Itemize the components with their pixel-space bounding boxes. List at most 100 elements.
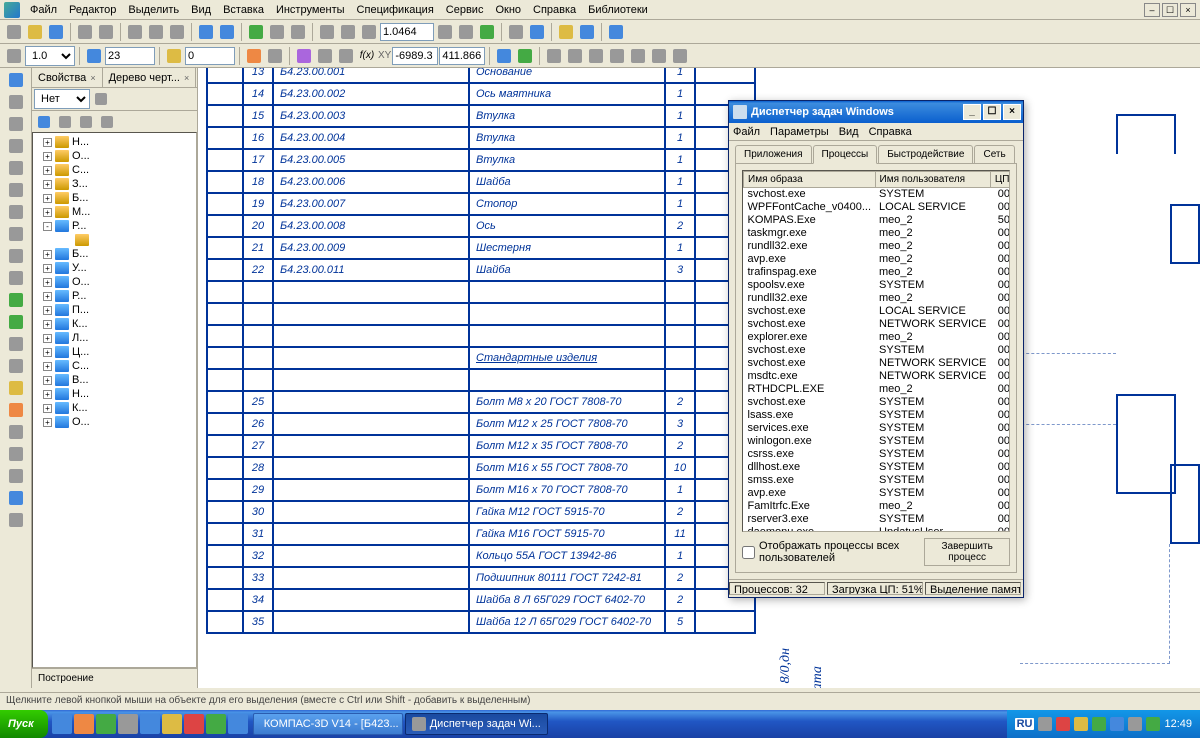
circle-tool[interactable] xyxy=(2,158,30,178)
filter-select[interactable]: Нет xyxy=(34,89,90,109)
menu-сервис[interactable]: Сервис xyxy=(440,2,490,18)
tool-button[interactable] xyxy=(244,46,264,66)
spline-tool[interactable] xyxy=(2,246,30,266)
tray-icon[interactable] xyxy=(1092,717,1106,731)
param-tool[interactable] xyxy=(2,488,30,508)
menu-вставка[interactable]: Вставка xyxy=(217,2,270,18)
task-manager-window[interactable]: Диспетчер задач Windows _ ☐ × ФайлПараме… xyxy=(728,100,1024,598)
geometry-tool[interactable] xyxy=(2,70,30,90)
tree-panel[interactable]: +Н...+О...+С...+З...+Б...+М...-Р...+Б...… xyxy=(32,132,197,668)
menu-редактор[interactable]: Редактор xyxy=(63,2,122,18)
process-row[interactable]: trafinspag.exemeo_20010 824 КБ xyxy=(744,266,1011,279)
dim-button[interactable] xyxy=(565,46,585,66)
close-tab-icon[interactable]: × xyxy=(90,73,95,83)
process-row[interactable]: taskmgr.exemeo_2001 980 КБ xyxy=(744,227,1011,240)
process-row[interactable]: svchost.exeLOCAL SERVICE008 188 КБ xyxy=(744,305,1011,318)
point-tool[interactable] xyxy=(2,224,30,244)
process-row[interactable]: FamItrfc.Exemeo_2004 680 КБ xyxy=(744,500,1011,513)
process-row[interactable]: csrss.exeSYSTEM003 732 КБ xyxy=(744,448,1011,461)
taskbar-task[interactable]: КОМПАС-3D V14 - [Б423... xyxy=(253,713,403,735)
tree-item[interactable]: +К... xyxy=(35,401,194,415)
drawing-canvas[interactable]: 13Б4.23.00.001Основание114Б4.23.00.002Ос… xyxy=(198,68,1200,688)
taskbar-task[interactable]: Диспетчер задач Wi... xyxy=(405,713,548,735)
process-row[interactable]: KOMPAS.Exemeo_250609 044 КБ xyxy=(744,214,1011,227)
show-all-users-checkbox[interactable]: Отображать процессы всех пользователей xyxy=(742,540,916,564)
menu-выделить[interactable]: Выделить xyxy=(122,2,185,18)
coord2-input[interactable] xyxy=(185,47,235,65)
tray-icon[interactable] xyxy=(1074,717,1088,731)
paste-button[interactable] xyxy=(167,22,187,42)
tree-item[interactable] xyxy=(35,233,194,247)
tool-button[interactable] xyxy=(506,22,526,42)
tm-col-header[interactable]: Имя образа xyxy=(744,172,876,188)
process-row[interactable]: services.exeSYSTEM004 228 КБ xyxy=(744,422,1011,435)
process-row[interactable]: winlogon.exeSYSTEM009 864 КБ xyxy=(744,435,1011,448)
dim-button[interactable] xyxy=(607,46,627,66)
process-row[interactable]: spoolsv.exeSYSTEM008 032 КБ xyxy=(744,279,1011,292)
menu-библиотеки[interactable]: Библиотеки xyxy=(582,2,654,18)
tool-button[interactable] xyxy=(294,46,314,66)
tool-button[interactable] xyxy=(265,46,285,66)
dim-button[interactable] xyxy=(628,46,648,66)
text-tool[interactable] xyxy=(2,202,30,222)
zoom-value-input[interactable] xyxy=(380,23,434,41)
start-button[interactable]: Пуск xyxy=(0,710,48,738)
rect-tool[interactable] xyxy=(2,136,30,156)
tree-item[interactable]: -Р... xyxy=(35,219,194,233)
color-button[interactable] xyxy=(164,46,184,66)
edit-tool[interactable] xyxy=(2,400,30,420)
tree-item[interactable]: +Ц... xyxy=(35,345,194,359)
tree-view-button[interactable] xyxy=(34,112,54,132)
menu-справка[interactable]: Справка xyxy=(527,2,582,18)
tree-view-button[interactable] xyxy=(97,112,117,132)
process-row[interactable]: lsass.exeSYSTEM00860 КБ xyxy=(744,409,1011,422)
preview-button[interactable] xyxy=(96,22,116,42)
tree-item[interactable]: +Б... xyxy=(35,247,194,261)
process-row[interactable]: explorer.exemeo_20030 100 КБ xyxy=(744,331,1011,344)
process-row[interactable]: daemonu.exeUpdatusUser004 988 КБ xyxy=(744,526,1011,533)
ql-icon[interactable] xyxy=(52,714,72,734)
process-row[interactable]: RTHDCPL.EXEmeo_20025 716 КБ xyxy=(744,383,1011,396)
process-row[interactable]: avp.exeSYSTEM0030 572 КБ xyxy=(744,487,1011,500)
mdi-minimize-button[interactable]: – xyxy=(1144,3,1160,17)
tree-item[interactable]: +Р... xyxy=(35,289,194,303)
process-row[interactable]: rundll32.exemeo_2008 696 КБ xyxy=(744,240,1011,253)
tool-button[interactable] xyxy=(267,22,287,42)
dim-button[interactable] xyxy=(670,46,690,66)
process-row[interactable]: smss.exeSYSTEM00436 КБ xyxy=(744,474,1011,487)
tree-item[interactable]: +С... xyxy=(35,359,194,373)
tray-icon[interactable] xyxy=(1146,717,1160,731)
print-button[interactable] xyxy=(75,22,95,42)
dim-button[interactable] xyxy=(544,46,564,66)
tray-icon[interactable] xyxy=(1038,717,1052,731)
snap-button[interactable] xyxy=(336,46,356,66)
param-tool[interactable] xyxy=(2,510,30,530)
tool-button[interactable] xyxy=(527,22,547,42)
copy-button[interactable] xyxy=(146,22,166,42)
dim-button[interactable] xyxy=(649,46,669,66)
new-button[interactable] xyxy=(4,22,24,42)
tm-minimize-button[interactable]: _ xyxy=(963,104,981,120)
mdi-close-button[interactable]: × xyxy=(1180,3,1196,17)
tree-item[interactable]: +М... xyxy=(35,205,194,219)
scale-select[interactable]: 1.0 xyxy=(25,46,75,66)
ql-icon[interactable] xyxy=(228,714,248,734)
tm-col-header[interactable]: Имя пользователя xyxy=(875,172,990,188)
ql-icon[interactable] xyxy=(140,714,160,734)
process-row[interactable]: WPFFontCache_v0400...LOCAL SERVICE004 67… xyxy=(744,201,1011,214)
dim-button[interactable] xyxy=(586,46,606,66)
process-row[interactable]: dllhost.exeSYSTEM007 884 КБ xyxy=(744,461,1011,474)
tm-titlebar[interactable]: Диспетчер задач Windows _ ☐ × xyxy=(729,101,1023,123)
pan-button[interactable] xyxy=(456,22,476,42)
undo-button[interactable] xyxy=(196,22,216,42)
zoom-fit-button[interactable] xyxy=(317,22,337,42)
menu-окно[interactable]: Окно xyxy=(489,2,527,18)
line-tool[interactable] xyxy=(2,114,30,134)
tm-tab[interactable]: Приложения xyxy=(735,145,812,163)
end-process-button[interactable]: Завершить процесс xyxy=(924,538,1010,566)
process-list[interactable]: Имя образаИмя пользователяЦППамятьsvchos… xyxy=(742,170,1010,532)
tree-item[interactable]: +С... xyxy=(35,163,194,177)
tm-tab[interactable]: Процессы xyxy=(813,145,878,164)
tree-item[interactable]: +Л... xyxy=(35,331,194,345)
dim-tool[interactable] xyxy=(2,334,30,354)
